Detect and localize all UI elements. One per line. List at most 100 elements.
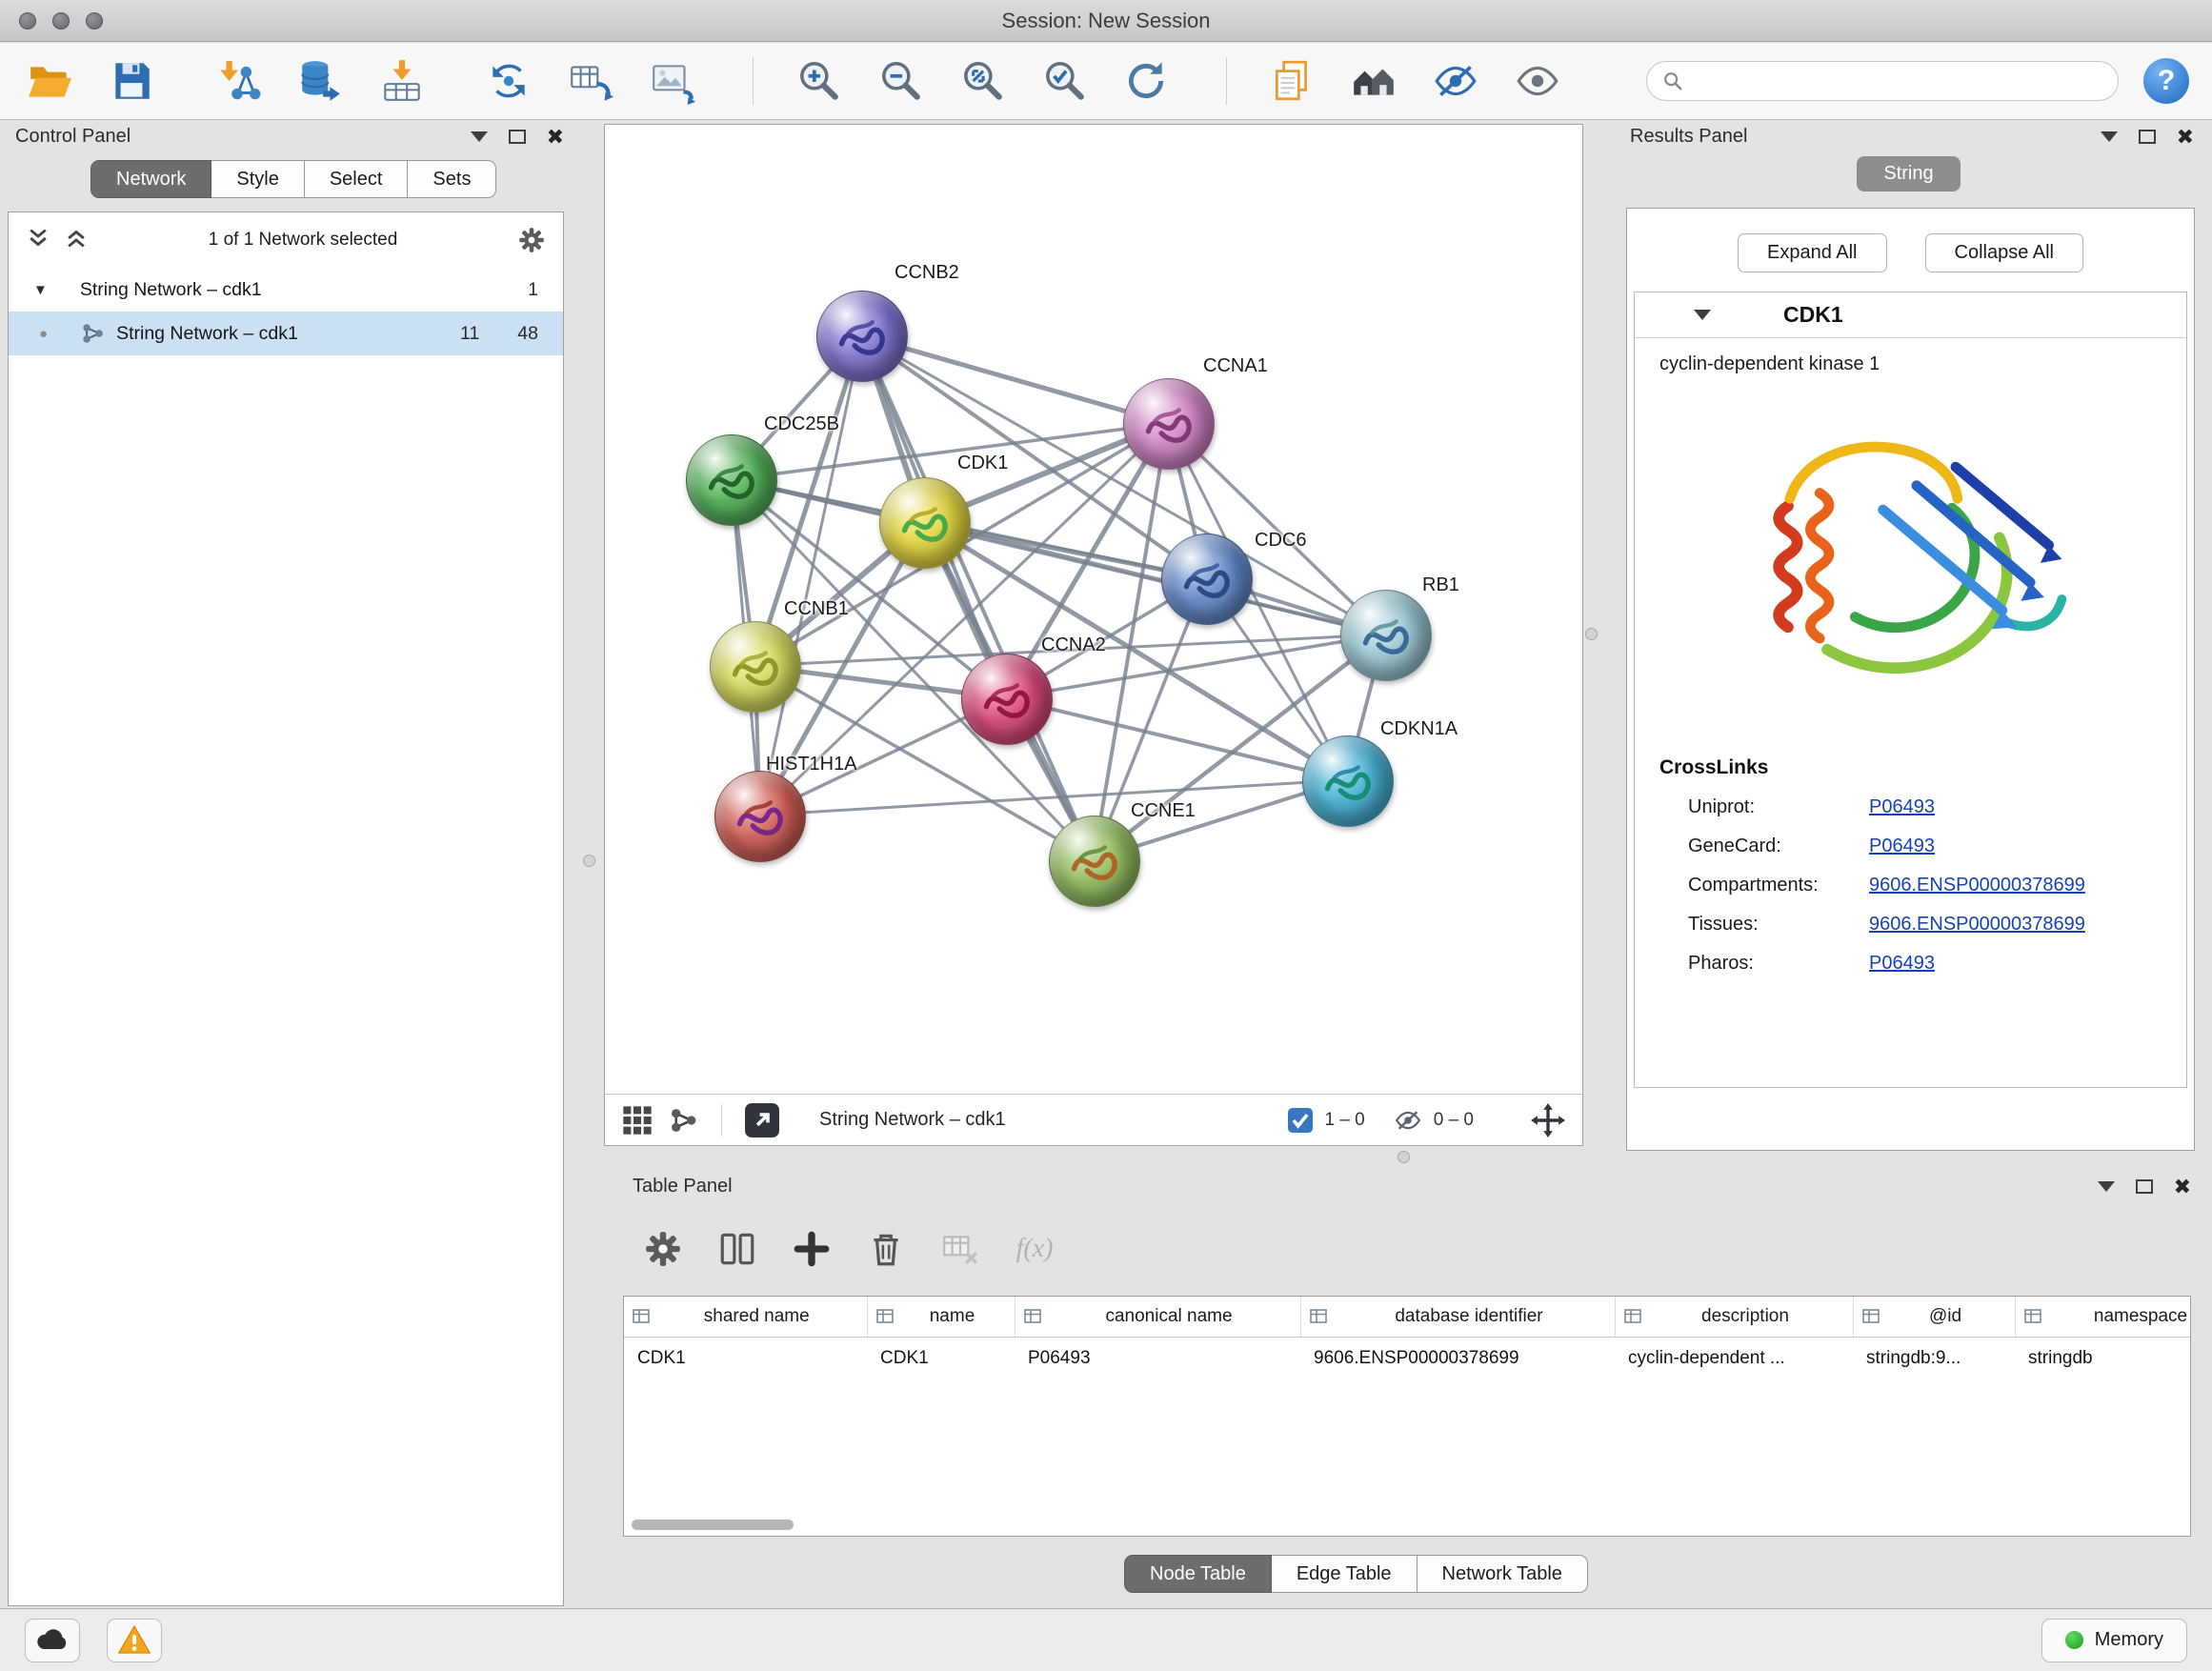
hide-selected-button[interactable]: [1429, 54, 1482, 108]
network-collection-row[interactable]: ▼ String Network – cdk1 1: [9, 268, 563, 312]
table-cell[interactable]: cyclin-dependent ...: [1615, 1337, 1853, 1380]
table-row[interactable]: CDK1 CDK1 P06493 9606.ENSP00000378699 cy…: [624, 1337, 2191, 1380]
zoom-fit-button[interactable]: [955, 54, 1009, 108]
compartments-link[interactable]: 9606.ENSP00000378699: [1869, 875, 2085, 896]
panel-menu-icon[interactable]: [2098, 1181, 2115, 1192]
grid-view-icon[interactable]: [622, 1105, 653, 1136]
import-table-button[interactable]: [375, 54, 429, 108]
expand-all-icon[interactable]: [64, 226, 89, 255]
network-node-cdc6[interactable]: [1161, 534, 1253, 625]
help-button[interactable]: ?: [2143, 58, 2189, 104]
panel-menu-icon[interactable]: [471, 131, 488, 142]
network-overview-icon[interactable]: [668, 1105, 698, 1136]
table-cell[interactable]: CDK1: [867, 1337, 1015, 1380]
tab-style[interactable]: Style: [211, 160, 304, 198]
vertical-splitter-grip[interactable]: [583, 855, 595, 867]
add-column-button[interactable]: [789, 1226, 835, 1272]
pharos-link[interactable]: P06493: [1869, 953, 1935, 975]
close-window-button[interactable]: [19, 12, 36, 30]
tab-sets[interactable]: Sets: [408, 160, 496, 198]
network-node-cdc25b[interactable]: [686, 434, 777, 526]
horizontal-splitter-grip[interactable]: [1398, 1151, 1410, 1163]
uniprot-link[interactable]: P06493: [1869, 796, 1935, 818]
export-table-button[interactable]: [564, 54, 617, 108]
cloud-status-button[interactable]: [25, 1619, 80, 1662]
float-panel-icon[interactable]: [509, 130, 526, 144]
tissues-link[interactable]: 9606.ENSP00000378699: [1869, 914, 2085, 936]
open-session-button[interactable]: [23, 54, 76, 108]
float-panel-icon[interactable]: [2139, 130, 2156, 144]
network-node-hist1h1a[interactable]: [714, 771, 806, 862]
column-header-id[interactable]: @id: [1853, 1297, 2015, 1337]
gear-icon[interactable]: [517, 226, 546, 254]
column-header-namespace[interactable]: namespace: [2015, 1297, 2191, 1337]
table-settings-button[interactable]: [640, 1226, 686, 1272]
export-image-button[interactable]: [646, 54, 699, 108]
vertical-splitter-grip[interactable]: [1585, 628, 1598, 640]
selected-checkbox-icon[interactable]: [1288, 1108, 1313, 1133]
table-cell[interactable]: stringdb:9...: [1853, 1337, 2015, 1380]
panel-menu-icon[interactable]: [2101, 131, 2118, 142]
column-header-name[interactable]: name: [867, 1297, 1015, 1337]
tab-edge-table[interactable]: Edge Table: [1272, 1555, 1418, 1593]
tab-select[interactable]: Select: [305, 160, 409, 198]
network-node-ccne1[interactable]: [1049, 815, 1140, 907]
search-input[interactable]: [1693, 70, 2102, 92]
import-network-file-button[interactable]: [211, 54, 265, 108]
save-session-button[interactable]: [105, 54, 158, 108]
table-cell[interactable]: 9606.ENSP00000378699: [1300, 1337, 1615, 1380]
chevron-down-icon[interactable]: ▼: [33, 282, 48, 298]
column-header-description[interactable]: description: [1615, 1297, 1853, 1337]
network-node-cdk1[interactable]: [879, 477, 971, 569]
show-columns-button[interactable]: [714, 1226, 760, 1272]
import-network-database-button[interactable]: [293, 54, 347, 108]
copy-document-button[interactable]: [1265, 54, 1318, 108]
network-node-ccna1[interactable]: [1123, 378, 1215, 470]
show-all-button[interactable]: [1511, 54, 1564, 108]
genecard-link[interactable]: P06493: [1869, 836, 1935, 857]
function-builder-button-disabled[interactable]: f(x): [1012, 1226, 1057, 1272]
zoom-selected-button[interactable]: [1037, 54, 1091, 108]
close-panel-icon[interactable]: ✖: [2174, 1177, 2191, 1198]
collapse-all-icon[interactable]: [26, 226, 50, 255]
tab-network[interactable]: Network: [90, 160, 211, 198]
float-panel-icon[interactable]: [2136, 1179, 2153, 1194]
network-node-ccna2[interactable]: [961, 654, 1053, 745]
zoom-in-button[interactable]: [792, 54, 845, 108]
chevron-down-icon[interactable]: [1694, 310, 1711, 320]
column-header-canonical-name[interactable]: canonical name: [1015, 1297, 1300, 1337]
tab-network-table[interactable]: Network Table: [1418, 1555, 1588, 1593]
table-cell[interactable]: CDK1: [624, 1337, 867, 1380]
network-node-cdkn1a[interactable]: [1302, 735, 1394, 827]
refresh-view-button[interactable]: [1119, 54, 1173, 108]
network-canvas[interactable]: CCNB2CCNA1CDC25BCDK1CDC6RB1CCNB1CCNA2CDK…: [605, 125, 1582, 1094]
network-row-selected[interactable]: ● String Network – cdk1 11 48: [9, 312, 563, 355]
warnings-button[interactable]: [107, 1619, 162, 1662]
column-header-database-identifier[interactable]: database identifier: [1300, 1297, 1615, 1337]
close-panel-icon[interactable]: ✖: [2177, 127, 2194, 148]
expand-all-button[interactable]: Expand All: [1738, 233, 1887, 272]
memory-button[interactable]: Memory: [2041, 1619, 2187, 1662]
delete-table-button-disabled[interactable]: [937, 1226, 983, 1272]
network-node-ccnb1[interactable]: [710, 621, 801, 713]
search-box[interactable]: [1646, 61, 2119, 101]
network-node-ccnb2[interactable]: [816, 291, 908, 382]
fit-content-crosshair-icon[interactable]: [1531, 1103, 1565, 1137]
zoom-out-button[interactable]: [874, 54, 927, 108]
hidden-eye-slash-icon[interactable]: [1394, 1106, 1422, 1135]
table-cell[interactable]: P06493: [1015, 1337, 1300, 1380]
protein-section-header[interactable]: CDK1: [1635, 292, 2186, 338]
column-header-shared-name[interactable]: shared name: [624, 1297, 867, 1337]
table-cell[interactable]: stringdb: [2015, 1337, 2191, 1380]
tab-node-table[interactable]: Node Table: [1124, 1555, 1272, 1593]
close-panel-icon[interactable]: ✖: [547, 127, 564, 148]
network-from-selection-button[interactable]: [482, 54, 535, 108]
tab-string[interactable]: String: [1857, 156, 1960, 191]
horizontal-scrollbar[interactable]: [632, 1520, 794, 1530]
delete-column-button[interactable]: [863, 1226, 909, 1272]
collapse-all-button[interactable]: Collapse All: [1925, 233, 2084, 272]
network-node-rb1[interactable]: [1340, 590, 1432, 681]
export-network-icon[interactable]: [745, 1103, 779, 1137]
zoom-window-button[interactable]: [86, 12, 103, 30]
minimize-window-button[interactable]: [52, 12, 70, 30]
